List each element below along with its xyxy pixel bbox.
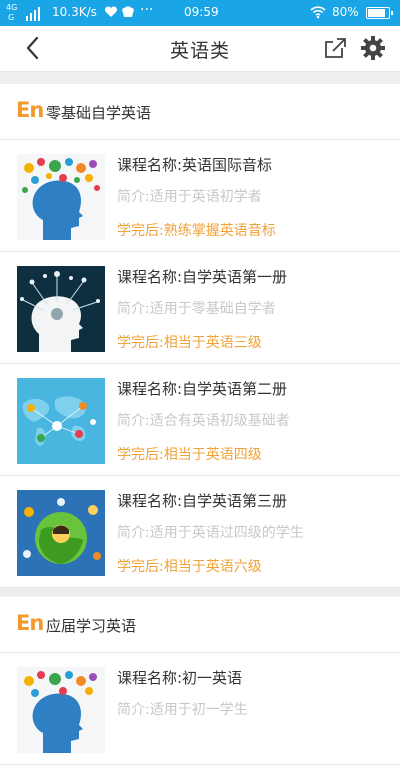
course-name: 课程名称:自学英语第三册 (117, 492, 288, 510)
en-badge-icon: En (16, 98, 44, 122)
battery-percent: 80% (332, 5, 359, 19)
course-outcome: 学完后:相当于英语三级 (117, 335, 262, 351)
course-item[interactable]: 课程名称:初一英语 简介:适用于初一学生 (0, 653, 400, 765)
more-icon: ··· (140, 2, 154, 18)
course-item[interactable]: 课程名称:自学英语第三册 简介:适用于英语过四级的学生 学完后:相当于英语六级 (0, 476, 400, 588)
course-name: 课程名称:英语国际音标 (117, 156, 273, 174)
course-item[interactable]: 课程名称:自学英语第二册 简介:适合有英语初级基础者 学完后:相当于英语四级 (0, 364, 400, 476)
course-intro: 简介:适用于初一学生 (117, 702, 248, 718)
course-name: 课程名称:自学英语第二册 (117, 380, 288, 398)
course-thumbnail-globe (17, 490, 105, 576)
clock: 09:59 (184, 5, 219, 19)
section-gap (0, 72, 400, 84)
course-intro: 简介:适合有英语初级基础者 (117, 413, 290, 429)
network-speed: 10.3K/s (52, 5, 97, 19)
gear-icon[interactable] (359, 34, 387, 62)
wifi-icon (310, 6, 326, 19)
course-item[interactable]: 课程名称:英语国际音标 简介:适用于英语初学者 学完后:熟练掌握英语音标 (0, 140, 400, 252)
course-thumbnail-head-icons (17, 154, 105, 240)
course-item[interactable]: 课程名称:自学英语第一册 简介:适用于零基础自学者 学完后:相当于英语三级 (0, 252, 400, 364)
course-name: 课程名称:初一英语 (117, 669, 243, 687)
course-thumbnail-head-icons (17, 667, 105, 753)
nav-bar: 英语类 (0, 26, 400, 72)
section-title: 零基础自学英语 (46, 104, 152, 122)
status-bar: 4G G 10.3K/s ··· 09:59 80% (0, 0, 400, 26)
section-header-0[interactable]: En 零基础自学英语 (0, 84, 400, 140)
network-type-top: 4G (6, 3, 18, 12)
en-badge-icon: En (16, 611, 44, 635)
course-intro: 简介:适用于英语过四级的学生 (117, 525, 304, 541)
share-icon[interactable] (322, 34, 350, 62)
course-outcome: 学完后:相当于英语六级 (117, 559, 262, 575)
section-title: 应届学习英语 (46, 617, 137, 635)
course-outcome: 学完后:相当于英语四级 (117, 447, 262, 463)
course-intro: 简介:适用于英语初学者 (117, 189, 262, 205)
battery-icon (366, 7, 393, 19)
signal-icon: 4G G (6, 3, 48, 23)
course-thumbnail-head-circuit (17, 266, 105, 352)
course-name: 课程名称:自学英语第一册 (117, 268, 288, 286)
heart-icon (104, 6, 118, 17)
course-intro: 简介:适用于零基础自学者 (117, 301, 276, 317)
course-outcome: 学完后:熟练掌握英语音标 (117, 223, 276, 239)
course-thumbnail-world-map (17, 378, 105, 464)
section-header-1[interactable]: En 应届学习英语 (0, 597, 400, 653)
notification-icon (122, 6, 134, 17)
network-type-bottom: G (8, 13, 15, 22)
